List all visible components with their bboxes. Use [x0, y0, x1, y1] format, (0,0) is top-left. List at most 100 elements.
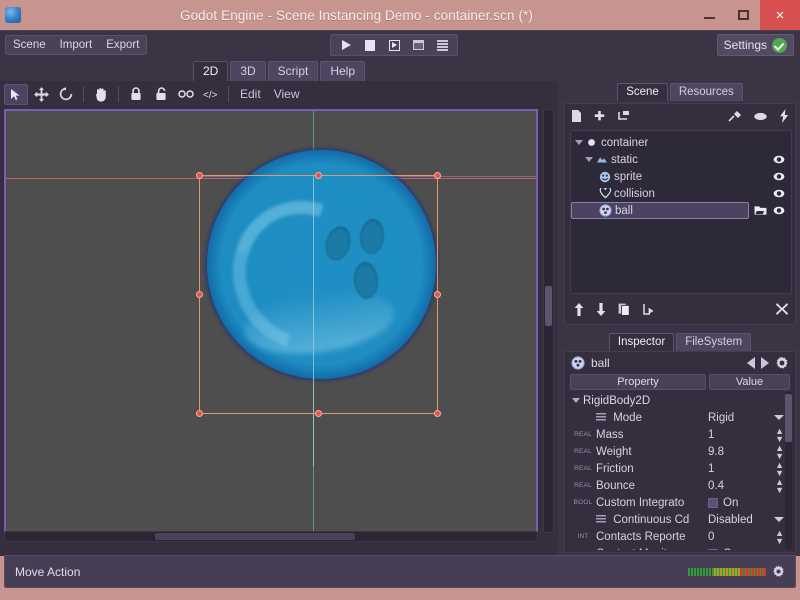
script-tool[interactable]: </> [199, 84, 223, 105]
plus-icon[interactable] [593, 110, 606, 123]
minimize-button[interactable] [692, 0, 726, 30]
menu-scene[interactable]: Scene [6, 36, 53, 54]
visibility-eye-icon[interactable] [773, 154, 785, 165]
menu-import[interactable]: Import [53, 36, 100, 54]
move-tool[interactable] [29, 84, 53, 105]
checkbox[interactable] [708, 548, 718, 550]
tab-inspector[interactable]: Inspector [608, 333, 675, 351]
tab-3d[interactable]: 3D [230, 61, 266, 81]
scene-tree[interactable]: container static sprite collision ball [570, 130, 792, 294]
property-section-header[interactable]: RigidBody2D [570, 392, 784, 409]
instance-icon[interactable] [617, 110, 631, 123]
viewport-menu-view[interactable]: View [268, 87, 306, 101]
property-row-continuous-cd[interactable]: Continuous Cd Disabled [570, 511, 784, 528]
gear-icon[interactable] [775, 356, 789, 370]
arrow-right-icon[interactable] [761, 357, 769, 369]
handle-middle-right[interactable] [434, 291, 441, 298]
canvas-2d-viewport[interactable] [4, 109, 538, 533]
settings-button[interactable]: Settings [716, 34, 794, 56]
chevron-down-icon[interactable] [774, 517, 784, 522]
property-row-contacts-reported[interactable]: INT Contacts Reporte 0 ▲ ▼ [570, 528, 784, 545]
chevron-down-icon[interactable] [575, 140, 583, 145]
chevron-down-icon[interactable] [774, 415, 784, 420]
reparent-icon[interactable] [642, 303, 655, 316]
property-row-contact-monitor[interactable]: BOOL Contact Monitor On [570, 545, 784, 550]
handle-middle-left[interactable] [196, 291, 203, 298]
open-instance-folder-icon[interactable] [754, 205, 767, 216]
handle-top-right[interactable] [434, 172, 441, 179]
arrow-up-icon[interactable] [574, 302, 584, 316]
play-scene-button[interactable] [383, 36, 405, 54]
viewport-menu-edit[interactable]: Edit [234, 87, 267, 101]
play-button[interactable] [335, 36, 357, 54]
unlock-tool[interactable] [149, 84, 173, 105]
spinner-arrows-icon[interactable]: ▲ ▼ [775, 426, 784, 443]
scrollbar-thumb[interactable] [785, 394, 792, 442]
scrollbar-thumb[interactable] [545, 286, 552, 326]
tab-scene[interactable]: Scene [617, 83, 668, 101]
tree-item-sprite[interactable]: sprite [571, 168, 791, 185]
column-header-value[interactable]: Value [709, 374, 790, 390]
arrow-down-icon[interactable] [596, 302, 606, 316]
stop-button[interactable] [359, 36, 381, 54]
tab-help[interactable]: Help [320, 61, 366, 81]
green-check-icon [772, 37, 787, 53]
property-row-mass[interactable]: REAL Mass 1 ▲ ▼ [570, 426, 784, 443]
chevron-down-icon[interactable] [572, 398, 580, 403]
handle-top-center[interactable] [315, 172, 322, 179]
tab-filesystem[interactable]: FileSystem [676, 333, 752, 351]
handle-bottom-center[interactable] [315, 410, 322, 417]
pan-tool[interactable] [89, 84, 113, 105]
scrollbar-thumb[interactable] [155, 533, 355, 540]
handle-top-left[interactable] [196, 172, 203, 179]
spinner-arrows-icon[interactable]: ▲ ▼ [775, 528, 784, 545]
checkbox[interactable] [708, 497, 718, 508]
duplicate-icon[interactable] [618, 303, 630, 316]
tab-resources[interactable]: Resources [669, 83, 743, 101]
enum-list-icon [596, 413, 606, 422]
menu-export[interactable]: Export [99, 36, 146, 54]
lock-tool[interactable] [124, 84, 148, 105]
close-button[interactable]: × [760, 0, 800, 30]
viewport-horizontal-scrollbar[interactable] [4, 531, 538, 542]
viewport-vertical-scrollbar[interactable] [543, 109, 554, 533]
property-row-bounce[interactable]: REAL Bounce 0.4 ▲ ▼ [570, 477, 784, 494]
handle-bottom-right[interactable] [434, 410, 441, 417]
property-row-mode[interactable]: Mode Rigid [570, 409, 784, 426]
property-row-weight[interactable]: REAL Weight 9.8 ▲ ▼ [570, 443, 784, 460]
arrow-left-icon[interactable] [747, 357, 755, 369]
play-custom-button[interactable] [407, 36, 429, 54]
selection-rectangle[interactable] [196, 172, 441, 417]
inspector-property-list[interactable]: RigidBody2D Mode Rigid REAL Mass 1 ▲ ▼ R… [570, 392, 784, 550]
group-tool[interactable] [174, 84, 198, 105]
tree-item-collision[interactable]: collision [571, 185, 791, 202]
tab-2d[interactable]: 2D [192, 61, 229, 81]
visibility-eye-icon[interactable] [773, 171, 785, 182]
chevron-down-icon[interactable] [585, 157, 593, 162]
tree-item-static[interactable]: static [571, 151, 791, 168]
select-tool[interactable] [4, 83, 28, 105]
tab-script[interactable]: Script [267, 61, 319, 81]
visibility-eye-icon[interactable] [773, 188, 785, 199]
spinner-arrows-icon[interactable]: ▲ ▼ [775, 443, 784, 460]
rotate-tool[interactable] [54, 84, 78, 105]
lightning-bolt-icon[interactable] [779, 109, 789, 123]
group-ellipse-icon[interactable] [753, 111, 768, 122]
column-header-property[interactable]: Property [570, 374, 706, 390]
maximize-button[interactable] [726, 0, 760, 30]
property-row-friction[interactable]: REAL Friction 1 ▲ ▼ [570, 460, 784, 477]
gear-icon[interactable] [772, 565, 785, 578]
spinner-arrows-icon[interactable]: ▲ ▼ [775, 477, 784, 494]
scene-list-button[interactable] [431, 36, 453, 54]
close-x-icon[interactable] [776, 303, 788, 315]
property-name-label: Weight [596, 445, 632, 458]
inspector-scrollbar[interactable] [785, 392, 792, 549]
tree-item-container[interactable]: container [571, 134, 791, 151]
property-row-custom-integrator[interactable]: BOOL Custom Integrato On [570, 494, 784, 511]
spinner-arrows-icon[interactable]: ▲ ▼ [775, 460, 784, 477]
file-icon[interactable] [571, 109, 582, 123]
plug-icon[interactable] [728, 110, 742, 123]
tree-item-ball[interactable]: ball [571, 202, 791, 219]
handle-bottom-left[interactable] [196, 410, 203, 417]
visibility-eye-icon[interactable] [773, 205, 785, 216]
